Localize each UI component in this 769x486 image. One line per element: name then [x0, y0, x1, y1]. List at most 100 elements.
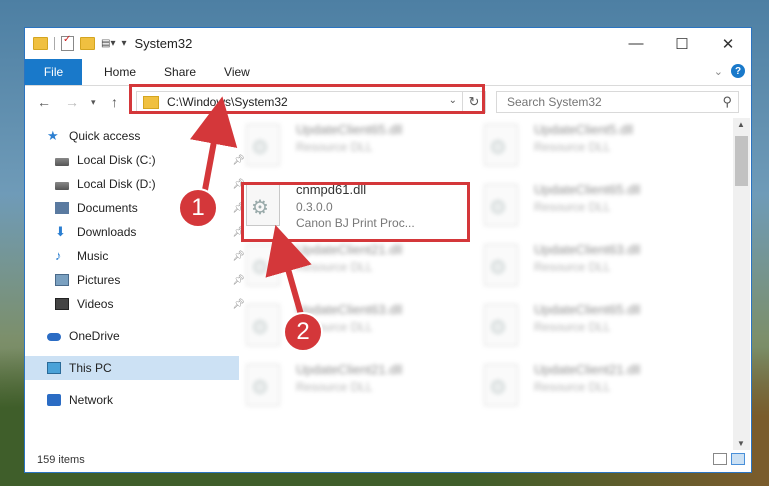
file-description: Resource DLL: [296, 380, 373, 394]
dll-file-icon: [246, 244, 280, 286]
search-box[interactable]: ⚲: [496, 91, 739, 113]
dll-file-icon: [484, 304, 518, 346]
dll-file-icon: [484, 364, 518, 406]
callout-step-2: 2: [283, 312, 323, 352]
file-description: Resource DLL: [534, 380, 611, 394]
file-name: UpdateClient5.dll: [534, 122, 634, 137]
sidebar-item-local-disk-c[interactable]: Local Disk (C:) 📌︎: [25, 148, 247, 172]
folder-icon[interactable]: [33, 37, 48, 50]
dll-file-icon: [246, 304, 280, 346]
scroll-thumb[interactable]: [735, 136, 748, 186]
disk-icon: [55, 181, 69, 190]
file-item[interactable]: UpdateClient21.dll Resource DLL: [478, 358, 698, 412]
status-bar: 159 items: [25, 448, 751, 472]
dll-file-icon: [246, 124, 280, 166]
dll-file-icon: [484, 244, 518, 286]
sidebar-item-music[interactable]: ♪ Music 📌︎: [25, 244, 247, 268]
qat-dropdown-icon[interactable]: ▾: [121, 38, 126, 49]
customize-toolbar-icon[interactable]: ▤▾: [101, 38, 115, 49]
pictures-icon: [55, 274, 69, 286]
sidebar-item-label: Videos: [77, 297, 114, 311]
properties-icon[interactable]: [61, 34, 74, 51]
sidebar-item-videos[interactable]: Videos 📌︎: [25, 292, 247, 316]
forward-arrow-icon[interactable]: →: [65, 94, 79, 110]
network-icon: [47, 394, 61, 406]
tab-view[interactable]: View: [210, 59, 264, 85]
disk-icon: [55, 157, 69, 166]
music-icon: ♪: [55, 248, 62, 263]
item-count: 159 items: [37, 454, 85, 466]
tab-share[interactable]: Share: [150, 59, 210, 85]
sidebar-item-label: OneDrive: [69, 329, 120, 343]
star-icon: ★: [47, 128, 59, 143]
file-description: Resource DLL: [534, 140, 611, 154]
back-arrow-icon[interactable]: ←: [37, 94, 51, 110]
search-input[interactable]: [505, 94, 709, 110]
file-item[interactable]: UpdateClient65.dll Resource DLL: [478, 178, 698, 232]
search-icon: ⚲: [722, 94, 732, 109]
sidebar-item-label: Documents: [77, 201, 138, 215]
scroll-down-icon[interactable]: ▼: [737, 439, 745, 448]
tiles-view-icon[interactable]: [731, 453, 745, 465]
callout-step-1: 1: [178, 188, 218, 228]
file-description: Resource DLL: [534, 200, 611, 214]
sidebar-item-pictures[interactable]: Pictures 📌︎: [25, 268, 247, 292]
sidebar-item-downloads[interactable]: ⬇ Downloads 📌︎: [25, 220, 247, 244]
sidebar-item-label: Local Disk (D:): [77, 177, 156, 191]
sidebar-item-local-disk-d[interactable]: Local Disk (D:) 📌︎: [25, 172, 247, 196]
sidebar-item-label: This PC: [69, 361, 112, 375]
new-folder-icon[interactable]: [80, 37, 95, 50]
vertical-scrollbar[interactable]: ▲ ▼: [733, 118, 750, 450]
details-view-icon[interactable]: [713, 453, 727, 465]
file-name: UpdateClient65.dll: [534, 182, 641, 197]
file-highlight-box: [241, 182, 470, 242]
dll-file-icon: [246, 364, 280, 406]
scroll-up-icon[interactable]: ▲: [737, 120, 745, 129]
downloads-icon: ⬇: [55, 224, 66, 239]
file-item[interactable]: UpdateClient63.dll Resource DLL: [240, 298, 460, 352]
title-bar: ▤▾ ▾ System32 — ☐ ✕: [25, 28, 751, 59]
file-item[interactable]: UpdateClient63.dll Resource DLL: [478, 238, 698, 292]
expand-ribbon-icon[interactable]: ⌄: [714, 65, 723, 78]
sidebar-item-label: Pictures: [77, 273, 121, 287]
sidebar-item-this-pc[interactable]: This PC: [25, 356, 239, 380]
file-name: UpdateClient65.dll: [296, 122, 403, 137]
file-list: UpdateClient65.dll Resource DLL UpdateCl…: [230, 118, 735, 448]
navigation-pane: ★ Quick access Local Disk (C:) 📌︎ Local …: [25, 118, 245, 448]
this-pc-icon: [47, 362, 61, 374]
file-item[interactable]: UpdateClient65.dll Resource DLL: [240, 118, 460, 172]
sidebar-item-label: Local Disk (C:): [77, 153, 156, 167]
maximize-button[interactable]: ☐: [659, 28, 705, 59]
file-item[interactable]: UpdateClient5.dll Resource DLL: [478, 118, 698, 172]
up-arrow-icon[interactable]: ↑: [111, 94, 118, 110]
sidebar-item-onedrive[interactable]: OneDrive: [25, 324, 239, 348]
onedrive-icon: [47, 333, 61, 341]
divider: [54, 37, 55, 50]
sidebar-item-network[interactable]: Network: [25, 388, 239, 412]
help-icon[interactable]: ?: [731, 64, 745, 78]
sidebar-item-quick-access[interactable]: ★ Quick access: [25, 124, 239, 148]
address-highlight-box: [129, 84, 485, 114]
quick-access-toolbar: ▤▾ ▾: [25, 34, 127, 51]
file-name: UpdateClient21.dll: [296, 362, 403, 377]
sidebar-item-label: Network: [69, 393, 114, 407]
minimize-button[interactable]: —: [613, 28, 659, 59]
tab-home[interactable]: Home: [90, 59, 150, 85]
file-description: Resource DLL: [534, 260, 611, 274]
file-item[interactable]: UpdateClient65.dll Resource DLL: [478, 298, 698, 352]
dll-file-icon: [484, 124, 518, 166]
videos-icon: [55, 298, 69, 310]
file-name: UpdateClient65.dll: [534, 302, 641, 317]
documents-icon: [55, 202, 69, 214]
file-name: UpdateClient63.dll: [534, 242, 641, 257]
file-name: UpdateClient21.dll: [296, 242, 403, 257]
file-description: Resource DLL: [296, 260, 373, 274]
close-button[interactable]: ✕: [705, 28, 751, 59]
recent-locations-icon[interactable]: ▾: [91, 97, 96, 108]
file-name: UpdateClient21.dll: [534, 362, 641, 377]
file-item[interactable]: UpdateClient21.dll Resource DLL: [240, 238, 460, 292]
ribbon-tabs: File Home Share View ⌄ ?: [25, 59, 751, 86]
tab-file[interactable]: File: [25, 59, 82, 85]
file-item[interactable]: UpdateClient21.dll Resource DLL: [240, 358, 460, 412]
window-title: System32: [134, 36, 193, 51]
